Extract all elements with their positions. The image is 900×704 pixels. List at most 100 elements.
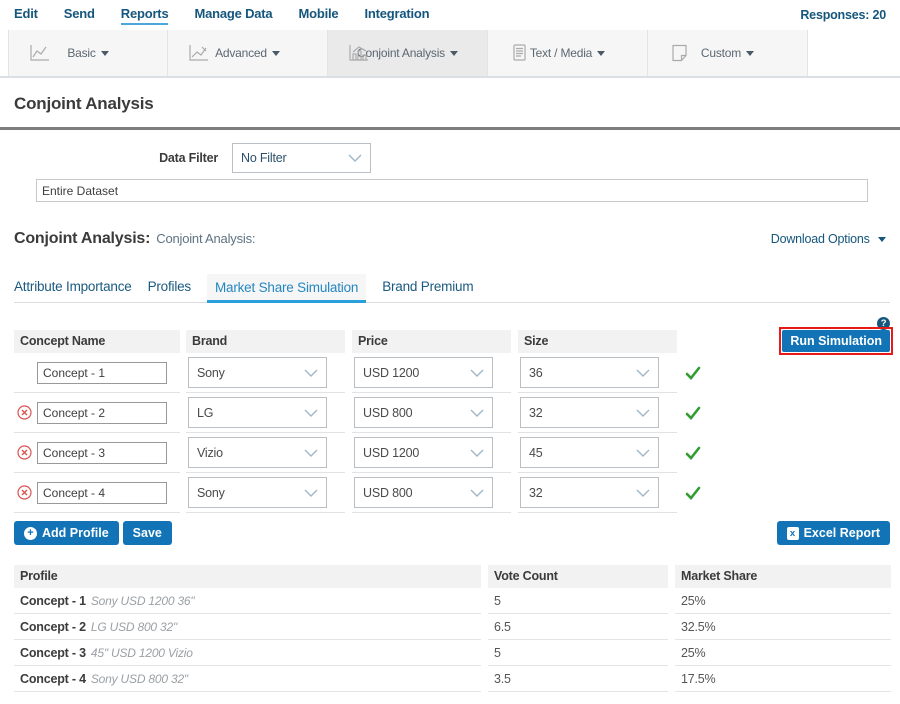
tab[interactable]: Attribute Importance [14, 273, 132, 302]
nav-item[interactable]: Edit [14, 6, 38, 25]
toolbar-custom[interactable]: Custom [648, 30, 808, 76]
result-profile: Concept - 3 45" USD 1200 Vizio [14, 640, 481, 666]
sim-row: Vizio USD 1200 45 [14, 433, 900, 473]
price-value: USD 1200 [363, 366, 419, 380]
nav-item[interactable]: Send [64, 6, 95, 25]
report-toolbar: Basic Advanced Conjoint Analysis Text / … [0, 30, 900, 78]
price-select[interactable]: USD 800 [354, 477, 493, 508]
result-row: Concept - 2 LG USD 800 32" 6.5 32.5% [14, 614, 900, 640]
result-vote-count: 3.5 [488, 666, 668, 692]
price-select[interactable]: USD 800 [354, 397, 493, 428]
result-profile-name: Concept - 1 [20, 594, 86, 608]
brand-select[interactable]: Sony [188, 477, 327, 508]
size-select[interactable]: 32 [520, 397, 659, 428]
result-profile-desc: Sony USD 800 32" [91, 672, 188, 686]
chevron-down-icon [450, 51, 458, 56]
toolbar-conjoint-analysis[interactable]: Conjoint Analysis [328, 30, 488, 76]
tab[interactable]: Brand Premium [382, 273, 473, 302]
results-header: Profile Vote Count Market Share [14, 565, 900, 588]
brand-select[interactable]: Vizio [188, 437, 327, 468]
data-filter-row: Data Filter No Filter [0, 143, 900, 173]
sim-cell-size: 32 [518, 473, 677, 513]
chevron-down-icon [878, 237, 886, 242]
result-profile: Concept - 1 Sony USD 1200 36" [14, 588, 481, 614]
sim-cell-name [14, 393, 180, 433]
price-select[interactable]: USD 1200 [354, 357, 493, 388]
size-value: 36 [529, 366, 543, 380]
data-filter-label: Data Filter [0, 151, 218, 165]
toolbar-advanced[interactable]: Advanced [168, 30, 328, 76]
tab[interactable]: Market Share Simulation [207, 274, 366, 303]
sim-cell-price: USD 1200 [352, 353, 511, 393]
run-simulation-button[interactable]: Run Simulation [782, 330, 890, 352]
valid-check-icon [685, 486, 701, 500]
brand-value: Sony [197, 366, 225, 380]
add-profile-button[interactable]: + Add Profile [14, 521, 119, 545]
highlight-box: Run Simulation [779, 327, 893, 355]
price-value: USD 800 [363, 486, 412, 500]
data-filter-select[interactable]: No Filter [232, 143, 371, 173]
concept-name-input[interactable] [37, 442, 167, 464]
result-profile-name: Concept - 2 [20, 620, 86, 634]
result-vote-count: 5 [488, 640, 668, 666]
section-title: Conjoint Analysis: [14, 230, 150, 248]
chevron-down-icon [636, 409, 650, 417]
result-row: Concept - 4 Sony USD 800 32" 3.5 17.5% [14, 666, 900, 692]
col-concept-name: Concept Name [14, 330, 180, 353]
dataset-input[interactable] [36, 179, 868, 202]
col-market-share: Market Share [675, 565, 891, 588]
data-filter-value: No Filter [241, 151, 286, 165]
toolbar-label: Conjoint Analysis [357, 46, 445, 60]
sim-cell-size: 36 [518, 353, 677, 393]
result-market-share: 25% [675, 588, 891, 614]
excel-report-button[interactable]: x Excel Report [777, 521, 890, 545]
toolbar-label: Advanced [215, 46, 267, 60]
sim-row: LG USD 800 32 [14, 393, 900, 433]
tab[interactable]: Profiles [148, 273, 191, 302]
download-options-button[interactable]: Download Options [771, 232, 886, 246]
sim-cell-brand: Sony [186, 473, 345, 513]
brand-select[interactable]: Sony [188, 357, 327, 388]
sim-cell-name [14, 473, 180, 513]
nav-item[interactable]: Mobile [298, 6, 338, 25]
size-select[interactable]: 32 [520, 477, 659, 508]
toolbar-label: Text / Media [530, 46, 592, 60]
concept-name-input[interactable] [37, 402, 167, 424]
delete-row-icon[interactable] [17, 405, 32, 420]
col-profile: Profile [14, 565, 481, 588]
delete-row-icon[interactable] [17, 445, 32, 460]
nav-item[interactable]: Integration [364, 6, 429, 25]
size-value: 32 [529, 486, 543, 500]
col-size: Size [518, 330, 677, 353]
nav-item[interactable]: Reports [121, 6, 169, 25]
valid-check-icon [685, 366, 701, 380]
chevron-down-icon [470, 489, 484, 497]
chevron-down-icon [101, 51, 109, 56]
responses-count: Responses: 20 [800, 8, 886, 22]
simulator-table: Concept Name Brand Price Size Run Simula… [0, 330, 900, 513]
advanced-chart-icon [188, 44, 210, 67]
sim-cell-brand: LG [186, 393, 345, 433]
concept-name-input[interactable] [37, 362, 167, 384]
size-select[interactable]: 36 [520, 357, 659, 388]
size-select[interactable]: 45 [520, 437, 659, 468]
brand-value: Sony [197, 486, 225, 500]
price-select[interactable]: USD 1200 [354, 437, 493, 468]
brand-value: LG [197, 406, 213, 420]
concept-name-input[interactable] [37, 482, 167, 504]
chevron-down-icon [746, 51, 754, 56]
report-tabs: Attribute Importance Profiles Market Sha… [14, 273, 890, 303]
divider [0, 127, 900, 130]
chevron-down-icon [272, 51, 280, 56]
result-profile-desc: LG USD 800 32" [91, 620, 177, 634]
brand-value: Vizio [197, 446, 223, 460]
brand-select[interactable]: LG [188, 397, 327, 428]
excel-report-label: Excel Report [804, 526, 880, 540]
result-vote-count: 5 [488, 588, 668, 614]
toolbar-text-media[interactable]: Text / Media [488, 30, 648, 76]
save-button[interactable]: Save [123, 521, 172, 545]
delete-row-icon[interactable] [17, 485, 32, 500]
nav-item[interactable]: Manage Data [194, 6, 272, 25]
col-brand: Brand [186, 330, 345, 353]
toolbar-basic[interactable]: Basic [8, 30, 168, 76]
